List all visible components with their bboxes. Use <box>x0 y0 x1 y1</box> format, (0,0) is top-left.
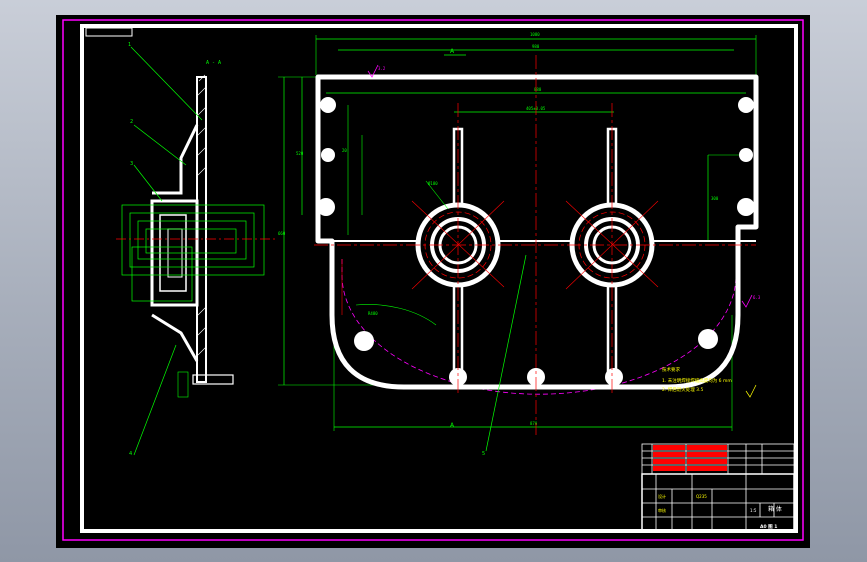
section-view: A - A 1 2 3 4 <box>116 42 276 457</box>
leader-2: 2 <box>130 119 133 125</box>
foot-hole <box>354 331 374 351</box>
section-label: A - A <box>206 60 221 66</box>
technical-notes: 技术要求 1. 未注明焊接焊缝高度均为 6 mm 2. 焊后退火处理 3.5 <box>662 366 757 398</box>
drawing-title: 箱 体 <box>768 505 782 513</box>
dim-thickness: 20 <box>342 148 347 153</box>
dim-bore: Ø180 <box>428 181 438 186</box>
roughness-right: 6.3 <box>753 295 761 300</box>
bolt-hole <box>317 198 335 216</box>
leader-3: 3 <box>130 161 133 167</box>
material-label: Q235 <box>696 494 707 499</box>
section-marker-top: A <box>450 48 455 55</box>
checker-label: 审核 <box>658 507 666 513</box>
front-view: 1080 980 880 405±0.05 660 520 300 870 R4… <box>278 32 761 457</box>
bolt-hole <box>737 198 755 216</box>
designer-label: 设计 <box>658 493 666 499</box>
dim-overall-width: 1080 <box>530 32 540 37</box>
foot-hole <box>698 329 718 349</box>
note-1: 1. 未注明焊接焊缝高度均为 6 mm <box>662 377 732 384</box>
bolt-hole <box>738 97 754 113</box>
note-2: 2. 焊后退火处理 3.5 <box>662 386 703 393</box>
bolt-hole <box>321 148 335 162</box>
notes-heading: 技术要求 <box>662 366 680 373</box>
scale-label: 1:5 <box>750 508 757 513</box>
bolt-hole <box>320 97 336 113</box>
housing-outline <box>315 74 759 390</box>
roughness-top: 3.2 <box>378 66 386 71</box>
drawing-canvas: A - A 1 2 3 4 1080 980 880 405±0.05 660 … <box>62 19 804 541</box>
leader-4: 4 <box>129 451 132 457</box>
leader-5: 5 <box>482 451 485 457</box>
code-box <box>85 27 133 37</box>
bolt-hole <box>739 148 753 162</box>
dim-base-width: 870 <box>530 421 538 426</box>
dim-inner-width: 980 <box>532 44 540 49</box>
leader-1: 1 <box>128 42 131 48</box>
dim-radius: R480 <box>368 311 378 316</box>
sheet-label: A0 图 1 <box>760 523 777 530</box>
dim-flange-width: 880 <box>534 87 542 92</box>
dim-right-rise: 300 <box>711 196 719 201</box>
cad-viewport[interactable]: A - A 1 2 3 4 1080 980 880 405±0.05 660 … <box>56 15 810 548</box>
dim-left-rise: 520 <box>296 151 304 156</box>
section-marker-bottom: A <box>450 422 455 429</box>
dim-height: 660 <box>278 231 286 236</box>
